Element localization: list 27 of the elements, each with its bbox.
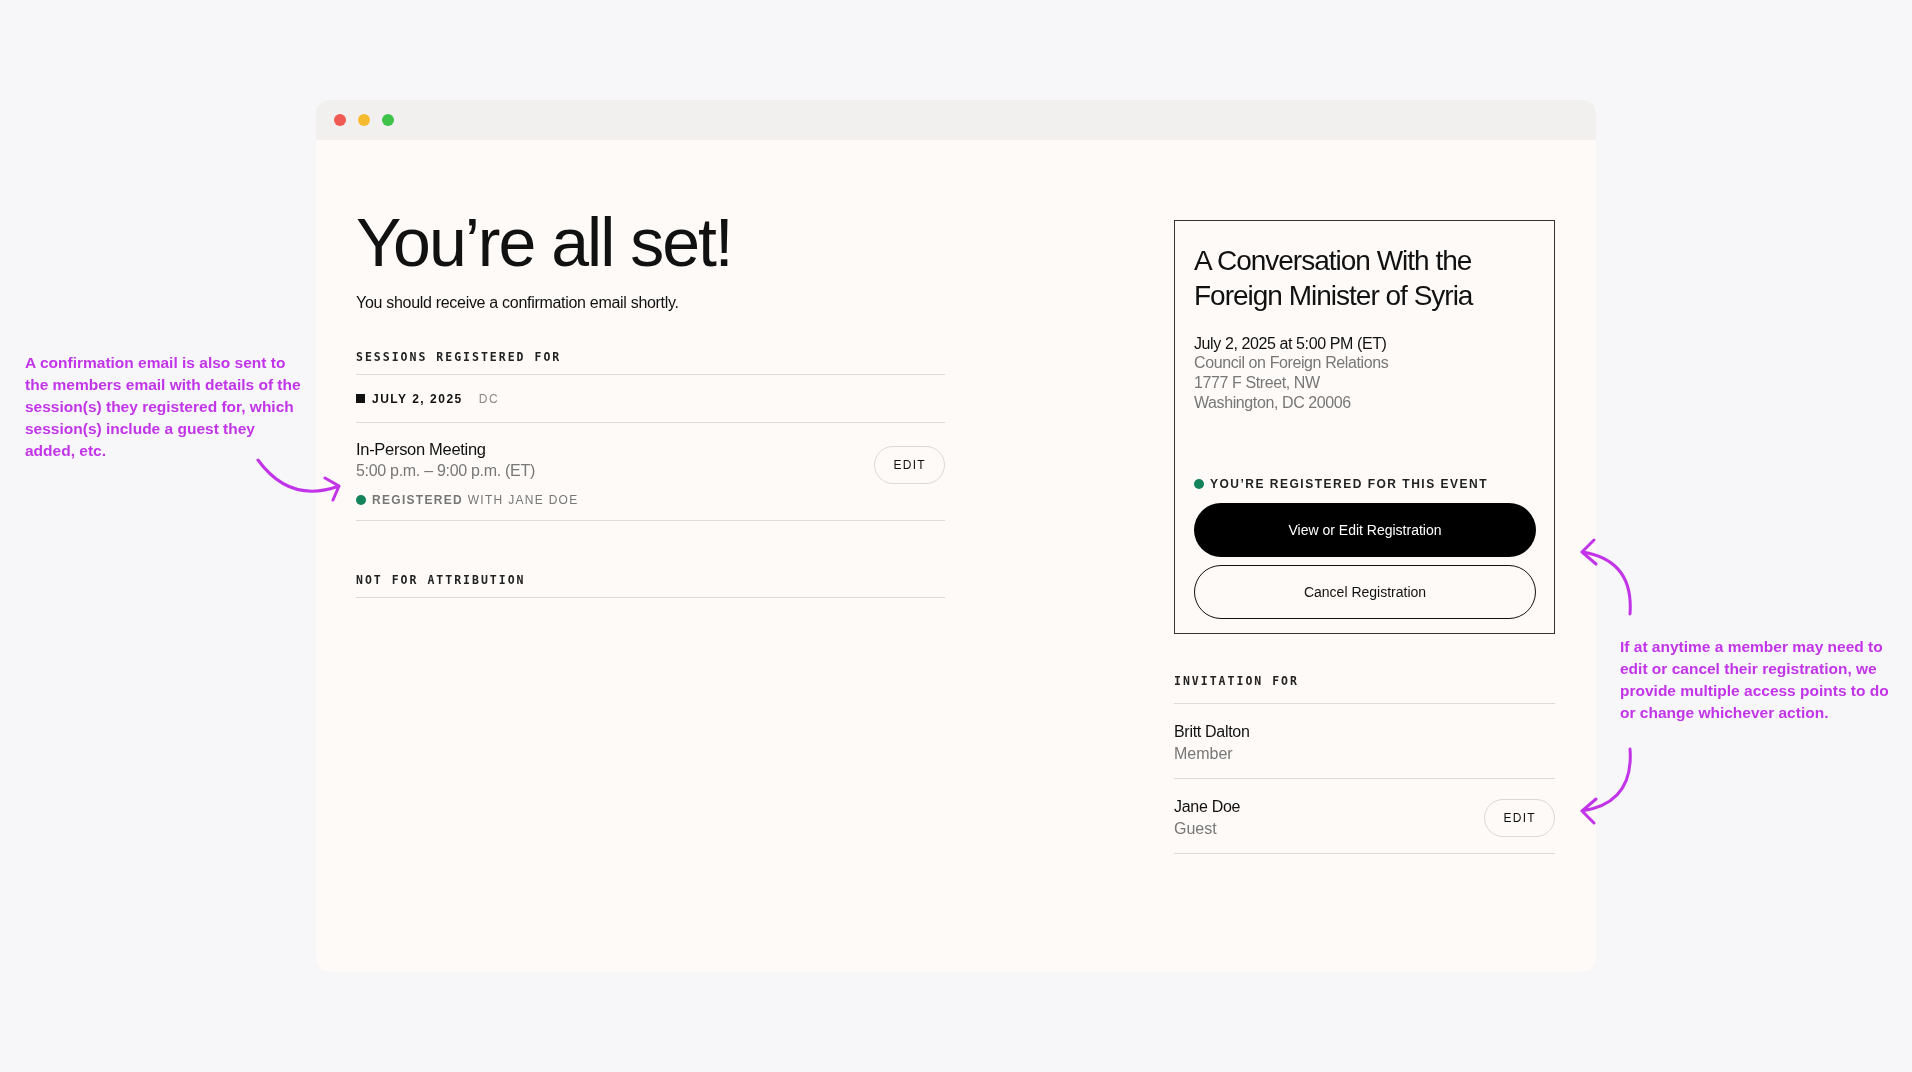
page-heading: You’re all set!	[356, 204, 733, 280]
annotation-note: If at anytime a member may need to edit or cancel their registration, we provide multiple access points to do or change whichever action.	[1620, 637, 1890, 723]
close-dot-icon[interactable]	[334, 114, 346, 126]
address-line: Washington, DC 20006	[1194, 393, 1352, 413]
person-name: Britt Dalton	[1174, 722, 1250, 741]
session-date: JULY 2, 2025	[372, 391, 463, 406]
address-line: 1777 F Street, NW	[1194, 373, 1321, 393]
session-title: In-Person Meeting	[356, 440, 487, 459]
minimize-dot-icon[interactable]	[358, 114, 370, 126]
person-role: Member	[1174, 744, 1234, 763]
maximize-dot-icon[interactable]	[382, 114, 394, 126]
view-edit-registration-button[interactable]: View or Edit Registration	[1194, 503, 1536, 557]
annotation-note: A confirmation email is also sent to the members email with details of the session(s) they registered for, which session(s) include a guest they added, etc.	[25, 353, 302, 461]
person-role: Guest	[1174, 819, 1218, 838]
square-icon	[356, 394, 365, 403]
registration-status: REGISTERED WITH JANE DOE	[372, 493, 579, 507]
section-label: NOT FOR ATTRIBUTION	[356, 573, 527, 589]
section-label: INVITATION FOR	[1174, 674, 1300, 690]
session-location: DC	[478, 391, 500, 406]
address-line: Council on Foreign Relations	[1194, 353, 1390, 373]
registration-status: YOU’RE REGISTERED FOR THIS EVENT	[1210, 477, 1489, 491]
subtitle-text: You should receive a confirmation email shortly.	[356, 294, 680, 312]
section-label: SESSIONS REGISTERED FOR	[356, 350, 563, 366]
session-time: 5:00 p.m. – 9:00 p.m. (ET)	[356, 462, 536, 480]
event-datetime: July 2, 2025 at 5:00 PM (ET)	[1194, 335, 1388, 353]
event-title: A Conversation With the Foreign Minister of Syria	[1194, 244, 1474, 313]
person-name: Jane Doe	[1174, 797, 1241, 816]
